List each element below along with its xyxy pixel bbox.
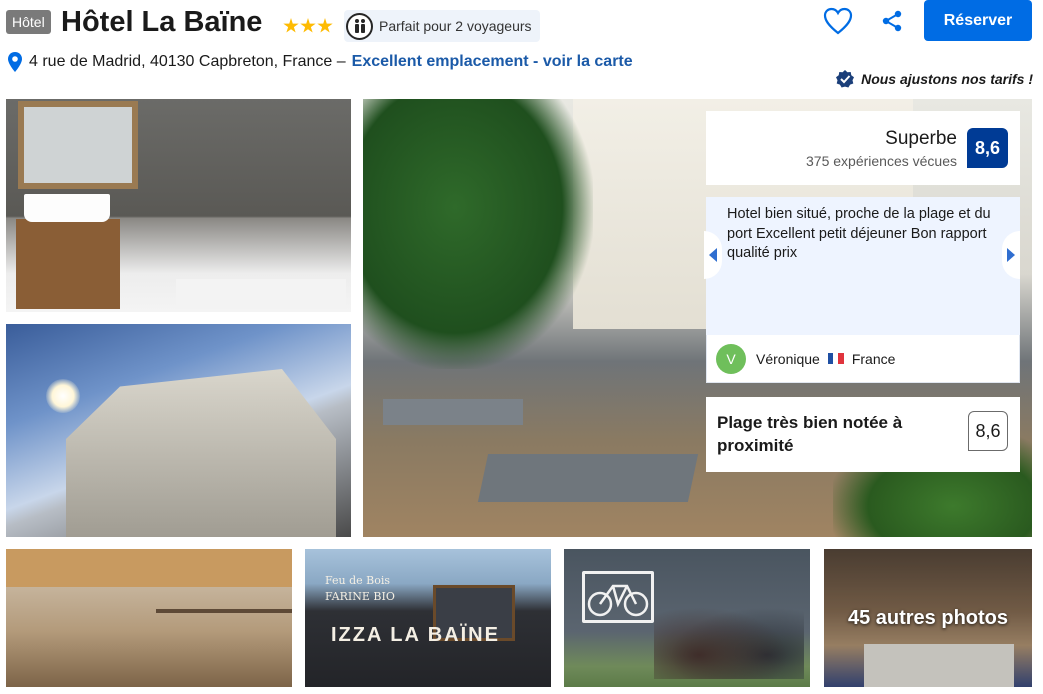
- sun-flare: [46, 379, 80, 413]
- truck-sign-line1: Feu de Bois: [325, 574, 391, 587]
- map-pin-icon: [8, 52, 22, 72]
- beach-label: Plage très bien notée à proximité: [717, 413, 903, 455]
- address-row: 4 rue de Madrid, 40130 Capbreton, France…: [7, 49, 633, 75]
- heart-icon[interactable]: [822, 6, 854, 36]
- pastries: [6, 549, 292, 587]
- shelf: [156, 609, 292, 613]
- verified-check-icon: [836, 70, 855, 88]
- terrace-table: [383, 399, 523, 425]
- beach-score-card[interactable]: Plage très bien notée à proximité 8,6: [706, 397, 1020, 472]
- shower-tray: [176, 279, 346, 309]
- price-match-note: Nous ajustons nos tarifs !: [835, 69, 1033, 89]
- sink: [24, 194, 110, 222]
- truck-sign: Feu de Bois FARINE BIO: [325, 573, 395, 605]
- photo-breakfast[interactable]: [6, 549, 292, 687]
- building-facade: [66, 369, 336, 537]
- star-rating: [283, 18, 333, 34]
- reserve-button[interactable]: Réserver: [924, 0, 1032, 41]
- reviewer-country: France: [851, 350, 896, 367]
- guest-review-card: Hotel bien situé, proche de la plage et …: [706, 197, 1020, 383]
- reviewer-avatar: V: [716, 343, 746, 374]
- star-icon: [317, 18, 333, 33]
- photo-bathroom[interactable]: [6, 99, 351, 312]
- review-score-card[interactable]: Superbe 375 expériences vécues 8,6: [706, 111, 1020, 185]
- more-photos-overlay[interactable]: 45 autres photos: [824, 549, 1032, 687]
- france-flag-icon: [827, 353, 844, 364]
- star-icon: [283, 18, 299, 33]
- bicycle-sign: [582, 571, 654, 623]
- photo-bicycles[interactable]: [564, 549, 810, 687]
- mirror: [18, 101, 138, 189]
- next-review-button[interactable]: [1002, 231, 1020, 279]
- chevron-right-icon: [1007, 248, 1015, 262]
- occupancy-text: Parfait pour 2 voyageurs: [379, 18, 532, 34]
- terrace-table: [477, 454, 699, 502]
- review-quote: Hotel bien situé, proche de la plage et …: [727, 206, 991, 261]
- hotel-address: 4 rue de Madrid, 40130 Capbreton, France…: [29, 53, 346, 70]
- tree: [363, 99, 593, 369]
- bicycle-icon: [587, 584, 649, 617]
- hotel-name: Hôtel La Baïne: [61, 6, 263, 38]
- bicycles: [654, 599, 804, 679]
- rating-word: Superbe: [885, 128, 957, 149]
- share-icon[interactable]: [880, 9, 904, 33]
- truck-sign-line2: FARINE BIO: [325, 590, 395, 603]
- reviewer-info: V Véronique France: [706, 335, 1020, 383]
- photo-bedroom[interactable]: 45 autres photos: [824, 549, 1032, 687]
- photo-pizza-truck[interactable]: Feu de Bois FARINE BIO IZZA LA BAÏNE: [305, 549, 551, 687]
- photo-building-exterior[interactable]: [6, 324, 351, 537]
- truck-logo: IZZA LA BAÏNE: [331, 624, 500, 646]
- reviewer-name: Véronique: [756, 350, 820, 367]
- occupancy-pill: Parfait pour 2 voyageurs: [344, 10, 540, 42]
- map-link[interactable]: Excellent emplacement - voir la carte: [352, 53, 633, 71]
- review-score-badge: 8,6: [967, 128, 1008, 168]
- star-icon: [300, 18, 316, 33]
- price-note-text: Nous ajustons nos tarifs !: [861, 71, 1033, 87]
- vanity-cabinet: [16, 219, 120, 309]
- beach-score-badge: 8,6: [968, 411, 1008, 451]
- property-type-badge: Hôtel: [6, 10, 51, 34]
- reviews-count: 375 expériences vécues: [806, 153, 957, 169]
- people-icon: [346, 12, 373, 40]
- chevron-left-icon: [709, 248, 717, 262]
